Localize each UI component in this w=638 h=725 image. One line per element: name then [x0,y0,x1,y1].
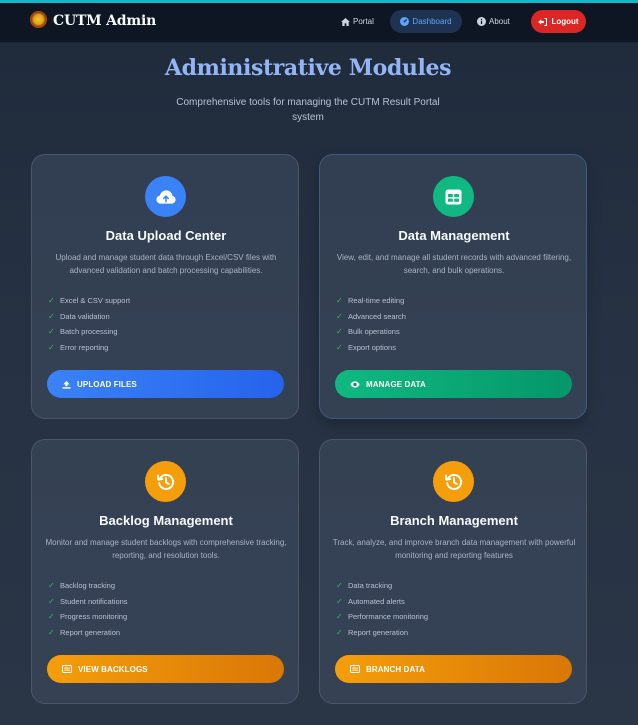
feature-list: ✓ Backlog tracking ✓ Student notifications… [48,578,128,640]
feature-label: Excel & CSV support [60,296,131,306]
dashboard-gauge-icon [400,17,410,26]
feature-label: Report generation [348,627,409,637]
feature-label: Advanced search [348,311,406,321]
button-label: BRANCH DATA [366,664,426,674]
feature-item: ✓ Backlog tracking [48,578,128,594]
check-icon: ✓ [336,327,343,337]
feature-item: ✓ Progress monitoring [48,609,128,625]
check-icon: ✓ [336,311,343,321]
feature-item: ✓ Advanced search [336,309,406,325]
data-management-card: Data Management View, edit, and manage a… [319,154,587,419]
feature-label: Report generation [60,627,121,637]
view-backlogs-button[interactable]: VIEW BACKLOGS [47,655,284,683]
feature-label: Error reporting [60,342,109,352]
eye-icon [350,380,360,388]
feature-item: ✓ Performance monitoring [336,609,428,625]
list-icon [62,665,72,673]
home-icon [341,17,350,26]
history-icon [145,461,186,502]
page-title: Administrative Modules [164,55,452,81]
check-icon: ✓ [48,342,55,352]
cutm-logo [30,10,47,28]
feature-label: Automated alerts [348,596,405,606]
feature-list: ✓ Excel & CSV support ✓ Data validation ✓ B… [48,293,130,355]
backlog-management-card: Backlog Management Monitor and manage st… [31,439,299,704]
check-icon: ✓ [48,596,55,606]
nav-about-label: About [489,17,510,26]
feature-label: Backlog tracking [60,581,116,591]
upload-files-button[interactable]: UPLOAD FILES [47,370,284,398]
feature-item: ✓ Data validation [48,309,130,325]
logout-label: Logout [551,17,579,26]
logout-button[interactable]: Logout [531,10,586,33]
feature-label: Progress monitoring [60,612,128,622]
check-icon: ✓ [336,612,343,622]
button-label: MANAGE DATA [366,379,426,389]
feature-item: ✓ Export options [336,340,406,356]
card-description: Monitor and manage student backlogs with… [45,538,287,560]
feature-label: Data validation [60,311,110,321]
feature-label: Export options [348,342,396,352]
navbar: CUTM Admin Portal Dashboard About Logout [0,3,638,43]
card-title: Data Management [398,228,510,243]
feature-list: ✓ Data tracking ✓ Automated alerts ✓ Perfor… [336,578,428,640]
feature-item: ✓ Error reporting [48,340,130,356]
feature-label: Batch processing [60,327,118,337]
card-description: Upload and manage student data through E… [55,253,277,275]
check-icon: ✓ [48,581,55,591]
data-upload-card: Data Upload Center Upload and manage stu… [31,154,299,419]
feature-item: ✓ Excel & CSV support [48,293,130,309]
page-subtitle: Comprehensive tools for managing the CUT… [176,97,440,123]
feature-label: Student notifications [60,596,128,606]
manage-data-button[interactable]: MANAGE DATA [335,370,572,398]
check-icon: ✓ [336,342,343,352]
feature-item: ✓ Report generation [336,625,428,641]
brand[interactable]: CUTM Admin [30,9,156,29]
button-label: VIEW BACKLOGS [78,664,148,674]
check-icon: ✓ [336,581,343,591]
feature-label: Performance monitoring [348,612,429,622]
feature-item: ✓ Report generation [48,625,128,641]
check-icon: ✓ [336,296,343,306]
feature-item: ✓ Automated alerts [336,594,428,610]
card-title: Backlog Management [99,513,233,528]
check-icon: ✓ [48,627,55,637]
card-title: Data Upload Center [105,228,227,243]
upload-icon [62,380,71,389]
feature-item: ✓ Student notifications [48,594,128,610]
feature-list: ✓ Real-time editing ✓ Advanced search ✓ Bul… [336,293,406,355]
history-icon [433,461,474,502]
feature-label: Data tracking [348,581,393,591]
list-icon [350,665,360,673]
feature-item: ✓ Bulk operations [336,324,406,340]
logout-icon [538,17,548,26]
nav-dashboard-link[interactable]: Dashboard [390,10,462,33]
check-icon: ✓ [336,627,343,637]
nav-portal-label: Portal [353,17,374,26]
nav-portal-link[interactable]: Portal [333,10,382,33]
check-icon: ✓ [48,327,55,337]
check-icon: ✓ [48,311,55,321]
card-description: Track, analyze, and improve branch data … [332,538,576,560]
info-icon [477,17,486,26]
feature-item: ✓ Real-time editing [336,293,406,309]
check-icon: ✓ [336,596,343,606]
card-description: View, edit, and manage all student recor… [336,253,572,275]
feature-label: Real-time editing [348,296,405,306]
nav-about-link[interactable]: About [469,10,518,33]
feature-item: ✓ Batch processing [48,324,130,340]
feature-item: ✓ Data tracking [336,578,428,594]
card-title: Branch Management [390,513,518,528]
button-label: UPLOAD FILES [77,379,137,389]
check-icon: ✓ [48,612,55,622]
branch-management-card: Branch Management Track, analyze, and im… [319,439,587,704]
feature-label: Bulk operations [348,327,400,337]
table-icon [433,176,474,217]
app-title: CUTM Admin [53,13,157,29]
branch-data-button[interactable]: BRANCH DATA [335,655,572,683]
cloud-upload-icon [145,176,186,217]
check-icon: ✓ [48,296,55,306]
nav-dashboard-label: Dashboard [412,17,452,26]
